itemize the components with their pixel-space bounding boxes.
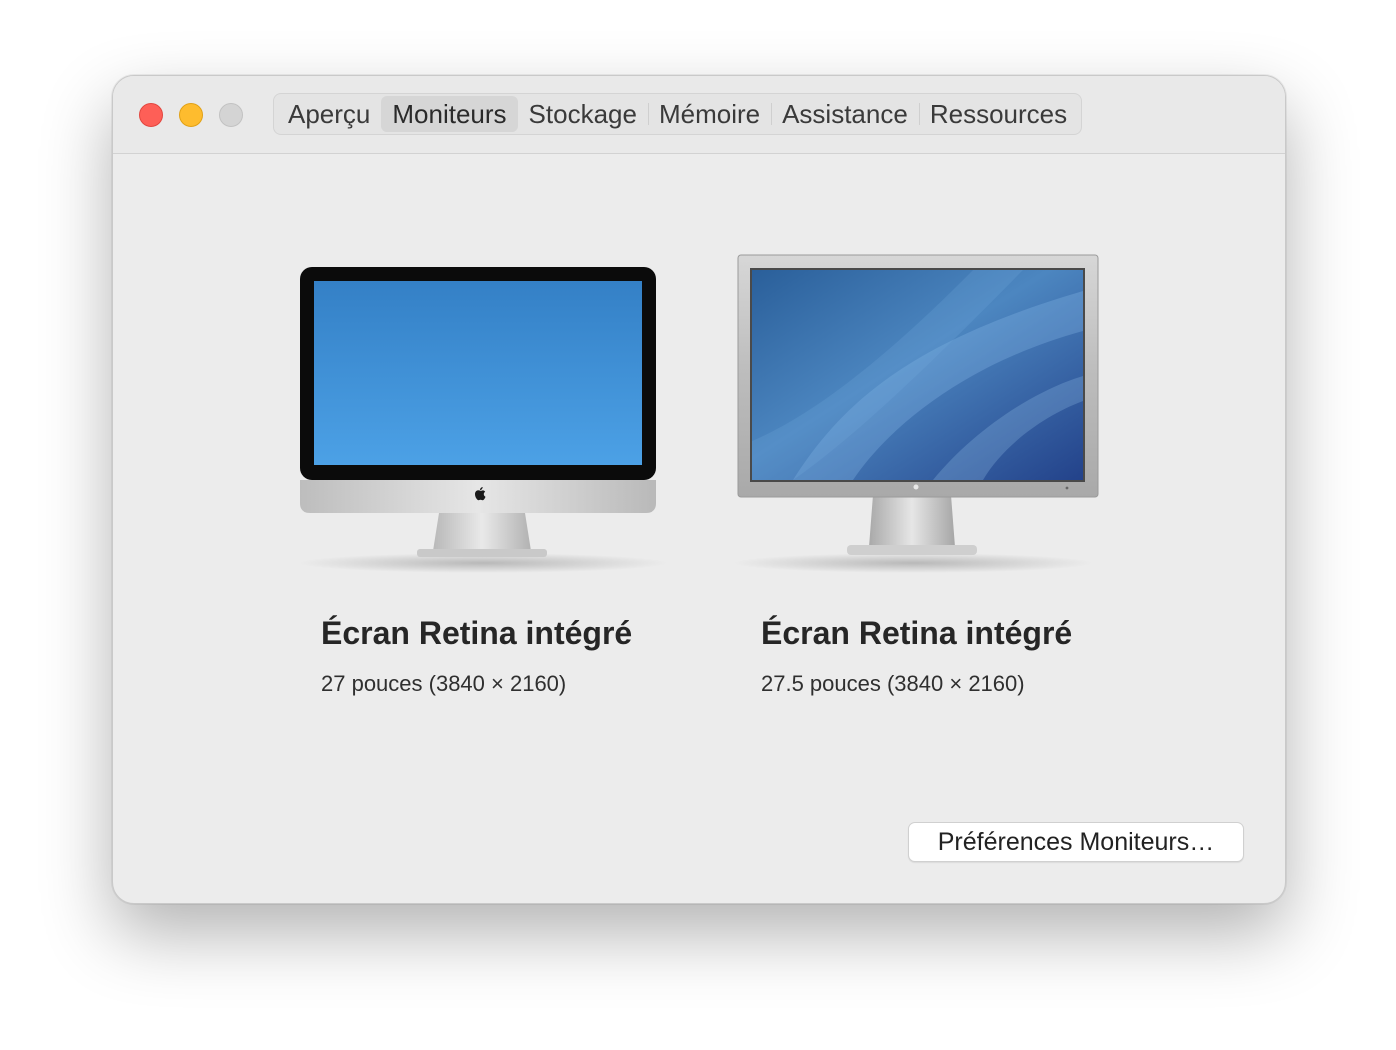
tab-stockage[interactable]: Stockage [518,96,648,132]
imac-icon [293,251,673,581]
tab-memoire[interactable]: Mémoire [647,96,771,132]
tab-apercu[interactable]: Aperçu [277,96,381,132]
display-name: Écran Retina intégré [761,615,1073,651]
display-preferences-button[interactable]: Préférences Moniteurs… [908,822,1244,862]
display-spec: 27.5 pouces (3840 × 2160) [761,671,1025,696]
close-button[interactable] [139,103,163,127]
display-spec: 27 pouces (3840 × 2160) [321,671,567,696]
display-card: Écran Retina intégré 27 pouces (3840 × 2… [293,251,673,696]
display-card: Écran Retina intégré 27.5 pouces (3840 ×… [733,251,1113,696]
minimize-button[interactable] [179,103,203,127]
tab-bar: Aperçu Moniteurs Stockage Mémoire Assist… [273,93,1083,135]
tab-assistance[interactable]: Assistance [771,96,919,132]
display-name: Écran Retina intégré [321,615,633,651]
zoom-button[interactable] [219,103,243,127]
tab-ressources[interactable]: Ressources [918,96,1078,132]
cinema-display-icon [733,251,1113,581]
title-bar: Aperçu Moniteurs Stockage Mémoire Assist… [113,76,1285,154]
tab-moniteurs[interactable]: Moniteurs [381,96,518,132]
about-this-mac-window: Aperçu Moniteurs Stockage Mémoire Assist… [112,75,1286,904]
